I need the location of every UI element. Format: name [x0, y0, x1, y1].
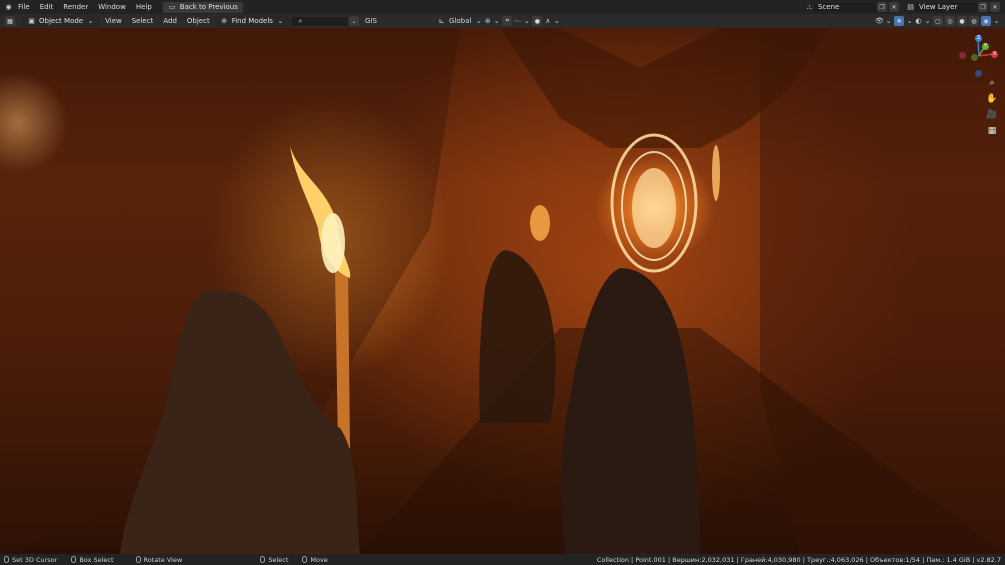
status-move: Move — [302, 555, 328, 564]
menu-view[interactable]: View — [100, 17, 127, 25]
back-to-previous-label: Back to Previous — [179, 3, 238, 11]
viewport-header: ▦ ▣ Object Mode ⌄ View Select Add Object… — [0, 14, 1005, 28]
scene-statistics: Collection | Point.001 | Вершин:2,032,03… — [596, 555, 1001, 564]
shading-rendered-icon[interactable]: ◉ — [981, 16, 991, 26]
search-input[interactable]: ⌕ — [291, 16, 348, 26]
menu-file[interactable]: File — [13, 3, 35, 11]
pan-hand-icon[interactable]: ✋ — [985, 92, 999, 106]
chevron-down-icon[interactable]: ⌄ — [905, 17, 914, 26]
overlays-icon[interactable]: ◐ — [914, 17, 923, 26]
gizmo-neg-y-axis[interactable] — [971, 54, 978, 61]
falloff-icon[interactable]: ∧ — [543, 17, 552, 26]
back-to-previous-button[interactable]: ▭ Back to Previous — [162, 1, 243, 13]
editor-type-icon[interactable]: ▦ — [5, 16, 15, 26]
gizmo-x-label: X — [993, 51, 997, 57]
scene-label: Scene — [818, 3, 840, 11]
status-select: Select — [260, 556, 288, 564]
globe-icon: ⊕ — [221, 17, 228, 25]
menu-render[interactable]: Render — [58, 3, 93, 11]
navigation-gizmo[interactable]: Z X Y — [955, 32, 1003, 80]
blender-logo-icon[interactable]: ◉ — [4, 3, 13, 12]
camera-view-icon[interactable]: 🎥 — [985, 108, 999, 122]
snap-toggle-icon[interactable]: ⌗ — [502, 16, 513, 26]
torch-staff — [335, 268, 350, 448]
perspective-grid-icon[interactable]: ▦ — [985, 124, 999, 138]
wall-torch-glow — [530, 205, 550, 241]
chevron-down-icon[interactable]: ⌄ — [348, 16, 359, 26]
menu-edit[interactable]: Edit — [35, 3, 59, 11]
proportional-edit-icon[interactable]: ● — [532, 16, 543, 26]
hooded-figure-right — [561, 268, 700, 554]
scene-field[interactable]: Scene — [814, 2, 876, 12]
gizmo-z-label: Z — [977, 35, 981, 41]
portal-ring — [632, 168, 676, 248]
view-layer-icon[interactable]: ▤ — [906, 3, 915, 12]
mouse-right-drag-icon — [302, 556, 308, 563]
find-models-button[interactable]: ⊕ Find Models ⌄ — [214, 15, 290, 27]
gizmo-y-label: Y — [984, 43, 988, 49]
status-set-3d-cursor: Set 3D Cursor — [4, 556, 57, 564]
top-bar: ◉ File Edit Render Window Help ▭ Back to… — [0, 0, 1005, 14]
screen-icon: ▭ — [168, 3, 176, 11]
chevron-down-icon: ⌄ — [277, 17, 284, 25]
orientation-icon: ⊾ — [438, 17, 445, 25]
new-scene-icon[interactable]: ❐ — [877, 2, 887, 12]
shading-wireframe-icon[interactable]: ◎ — [945, 16, 955, 26]
status-move-label: Move — [310, 555, 328, 564]
status-rotate-view: Rotate View — [135, 555, 183, 564]
rendered-scene — [0, 28, 1005, 554]
zoom-icon[interactable]: ⌕ — [985, 76, 999, 90]
status-box-select: Box Select — [71, 555, 114, 564]
chevron-down-icon: ⌄ — [87, 17, 94, 25]
delete-view-layer-icon[interactable]: ✕ — [990, 2, 1000, 12]
search-icon: ⌕ — [298, 16, 303, 25]
pivot-icon[interactable]: ⊛ — [483, 17, 492, 26]
object-mode-icon: ▣ — [28, 17, 35, 25]
menu-help[interactable]: Help — [131, 3, 157, 11]
gizmo-neg-z-axis[interactable] — [975, 70, 982, 77]
chevron-down-icon[interactable]: ⌄ — [992, 17, 1001, 26]
chevron-down-icon[interactable]: ⌄ — [923, 17, 932, 26]
menu-window[interactable]: Window — [93, 3, 131, 11]
chevron-down-icon[interactable]: ⌄ — [474, 17, 483, 26]
status-select-label: Select — [268, 555, 289, 564]
chevron-down-icon[interactable]: ⌄ — [492, 17, 501, 26]
status-set-3d-cursor-label: Set 3D Cursor — [12, 555, 58, 564]
mouse-left-icon — [4, 556, 9, 563]
torch-flame-core — [321, 213, 345, 273]
find-models-label: Find Models — [231, 17, 273, 25]
wall-torch-glow — [712, 145, 720, 201]
shading-material-icon[interactable]: ◍ — [969, 16, 979, 26]
xray-toggle-icon[interactable]: ▢ — [933, 16, 943, 26]
mouse-drag-icon — [71, 556, 77, 563]
shading-solid-icon[interactable]: ● — [957, 16, 967, 26]
gizmo-neg-x-axis[interactable] — [959, 52, 966, 59]
view-layer-label: View Layer — [919, 3, 958, 11]
3d-viewport[interactable]: Z X Y ⌕ ✋ 🎥 ▦ — [0, 28, 1005, 554]
orientation-label[interactable]: Global — [449, 17, 471, 25]
hooded-figure-center — [479, 250, 556, 423]
delete-scene-icon[interactable]: ✕ — [889, 2, 899, 12]
transform-tools: ⊾ Global ⌄ ⊛ ⌄ ⌗ ⋯ ⌄ ● ∧ ⌄ — [437, 16, 561, 26]
chevron-down-icon[interactable]: ⌄ — [552, 17, 561, 26]
mode-selector[interactable]: ▣ Object Mode ⌄ — [22, 15, 101, 27]
snap-target-icon[interactable]: ⋯ — [513, 17, 522, 26]
chevron-down-icon[interactable]: ⌄ — [884, 17, 893, 26]
status-bar: Set 3D Cursor Box Select Rotate View Sel… — [0, 554, 1005, 565]
status-rotate-view-label: Rotate View — [143, 555, 183, 564]
menu-gis[interactable]: GIS — [360, 17, 382, 25]
visibility-icon[interactable]: 👁 — [875, 17, 884, 26]
menu-object[interactable]: Object — [182, 17, 215, 25]
mouse-middle-icon — [135, 556, 141, 563]
status-box-select-label: Box Select — [79, 555, 114, 564]
mouse-right-icon — [260, 556, 266, 563]
scene-icon[interactable]: ⛬ — [805, 3, 814, 12]
new-view-layer-icon[interactable]: ❐ — [978, 2, 988, 12]
gizmo-toggle-icon[interactable]: ✥ — [894, 16, 904, 26]
view-layer-field[interactable]: View Layer — [915, 2, 977, 12]
menu-add[interactable]: Add — [158, 17, 182, 25]
mode-label: Object Mode — [39, 17, 84, 25]
menu-select[interactable]: Select — [127, 17, 159, 25]
chevron-down-icon[interactable]: ⌄ — [522, 17, 531, 26]
